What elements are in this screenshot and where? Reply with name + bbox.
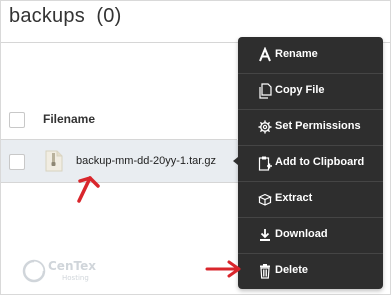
rename-a-icon: [259, 47, 271, 62]
menu-item-label: Delete: [275, 264, 309, 276]
brand-logo: CenTex Hosting: [22, 257, 102, 287]
gear-icon: [258, 120, 272, 134]
filename-cell[interactable]: backup-mm-dd-20yy-1.tar.gz: [76, 155, 216, 167]
copy-file-icon: [259, 83, 272, 99]
menu-item-label: Extract: [275, 192, 313, 204]
menu-item-label: Copy File: [275, 84, 325, 96]
folder-name: backups: [9, 5, 85, 27]
menu-item-add-to-clipboard[interactable]: Add to Clipboard: [238, 145, 383, 182]
context-menu: Rename Copy File Set Permissions Add to …: [238, 37, 383, 289]
extract-box-icon: [258, 193, 272, 206]
table-header: Filename: [1, 101, 237, 140]
annotation-arrow-file: [77, 176, 100, 203]
menu-item-delete[interactable]: Delete: [238, 253, 383, 289]
table-row[interactable]: backup-mm-dd-20yy-1.tar.gz: [1, 140, 239, 183]
menu-item-extract[interactable]: Extract: [238, 181, 383, 218]
menu-item-download[interactable]: Download: [238, 217, 383, 254]
menu-item-rename[interactable]: Rename: [238, 37, 383, 74]
page-title: backups (0): [9, 5, 121, 28]
menu-item-label: Download: [275, 228, 328, 240]
trash-icon: [260, 264, 270, 279]
column-header-filename[interactable]: Filename: [43, 112, 95, 126]
annotation-arrow-delete: [205, 260, 241, 278]
clipboard-icon: [258, 156, 272, 171]
brand-tagline: Hosting: [62, 274, 89, 282]
archive-file-icon: [45, 150, 63, 172]
menu-item-label: Rename: [275, 48, 318, 60]
menu-item-label: Add to Clipboard: [275, 156, 365, 168]
file-count: (0): [96, 5, 122, 27]
row-checkbox[interactable]: [9, 154, 25, 170]
download-icon: [260, 229, 270, 241]
menu-item-copy-file[interactable]: Copy File: [238, 73, 383, 110]
menu-item-set-permissions[interactable]: Set Permissions: [238, 109, 383, 146]
brand-mark-icon: [22, 259, 46, 283]
select-all-checkbox[interactable]: [9, 112, 25, 128]
menu-item-label: Set Permissions: [275, 120, 361, 132]
brand-name: CenTex: [48, 259, 96, 273]
